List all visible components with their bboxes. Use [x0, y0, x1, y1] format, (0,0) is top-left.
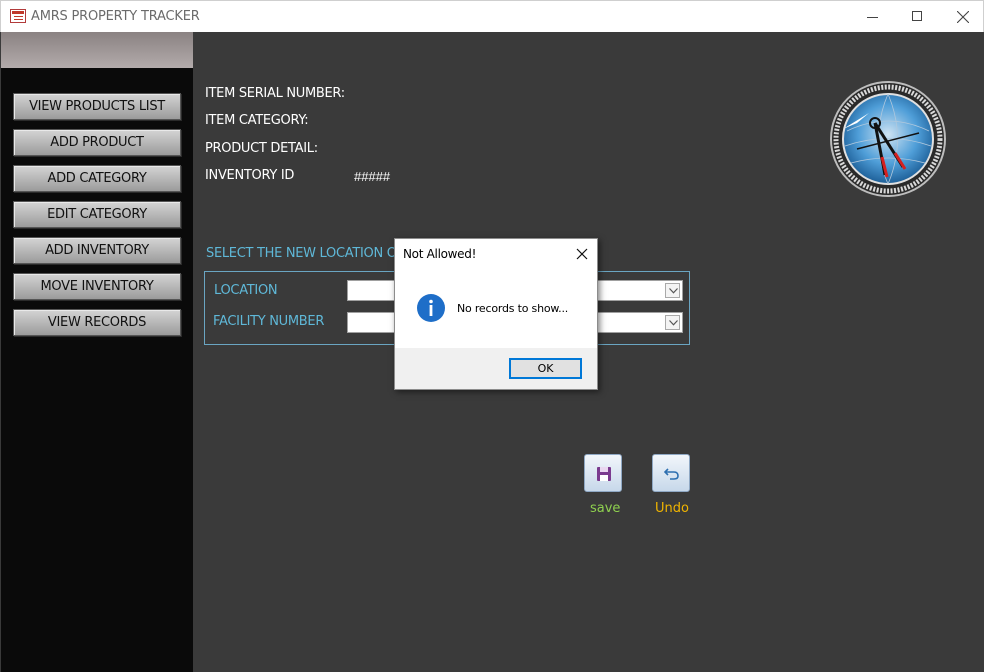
facility-dropdown-button[interactable]	[665, 315, 680, 330]
move-inventory-button[interactable]: MOVE INVENTORY	[13, 273, 181, 300]
minimize-button[interactable]	[849, 1, 895, 33]
undo-button[interactable]	[652, 454, 690, 492]
select-location-heading: SELECT THE NEW LOCATION OF	[206, 246, 404, 261]
view-records-button[interactable]: VIEW RECORDS	[13, 309, 181, 336]
location-label: LOCATION	[214, 283, 278, 298]
add-category-button[interactable]: ADD CATEGORY	[13, 165, 181, 192]
location-dropdown-button[interactable]	[665, 283, 680, 298]
inventory-id-label: INVENTORY ID	[205, 168, 295, 183]
dialog-footer: OK	[395, 348, 597, 389]
maximize-icon	[912, 11, 922, 21]
sidebar-header	[1, 32, 193, 68]
dialog-title: Not Allowed!	[403, 247, 477, 261]
save-label: save	[590, 501, 621, 516]
ok-button[interactable]: OK	[509, 358, 582, 379]
message-dialog: Not Allowed! No records to show... OK	[394, 238, 598, 390]
add-product-button[interactable]: ADD PRODUCT	[13, 129, 181, 156]
sidebar: VIEW PRODUCTS LIST ADD PRODUCT ADD CATEG…	[1, 32, 193, 672]
close-icon	[957, 11, 969, 23]
view-products-list-button[interactable]: VIEW PRODUCTS LIST	[13, 93, 181, 120]
save-icon	[597, 467, 611, 481]
minimize-icon	[867, 17, 878, 18]
undo-icon	[663, 468, 679, 480]
title-bar: AMRS PROPERTY TRACKER	[0, 0, 984, 32]
product-detail-label: PRODUCT DETAIL:	[205, 141, 318, 156]
squadron-emblem-logo	[830, 81, 946, 197]
item-category-label: ITEM CATEGORY:	[205, 113, 309, 128]
undo-label: Undo	[655, 501, 689, 516]
add-inventory-button[interactable]: ADD INVENTORY	[13, 237, 181, 264]
info-icon	[417, 294, 445, 322]
inventory-id-value: #####	[354, 169, 391, 184]
chevron-down-icon	[669, 288, 678, 294]
chevron-down-icon	[669, 320, 678, 326]
facility-number-label: FACILITY NUMBER	[213, 314, 325, 329]
app-window: AMRS PROPERTY TRACKER VIEW PRODUCTS LIST…	[0, 0, 984, 672]
window-title: AMRS PROPERTY TRACKER	[31, 9, 200, 24]
item-serial-number-label: ITEM SERIAL NUMBER:	[205, 86, 345, 101]
edit-category-button[interactable]: EDIT CATEGORY	[13, 201, 181, 228]
maximize-button[interactable]	[894, 1, 940, 33]
dialog-message: No records to show...	[457, 302, 569, 315]
close-icon[interactable]	[575, 247, 589, 261]
save-button[interactable]	[584, 454, 622, 492]
app-form-icon	[10, 9, 26, 23]
close-window-button[interactable]	[940, 1, 984, 33]
